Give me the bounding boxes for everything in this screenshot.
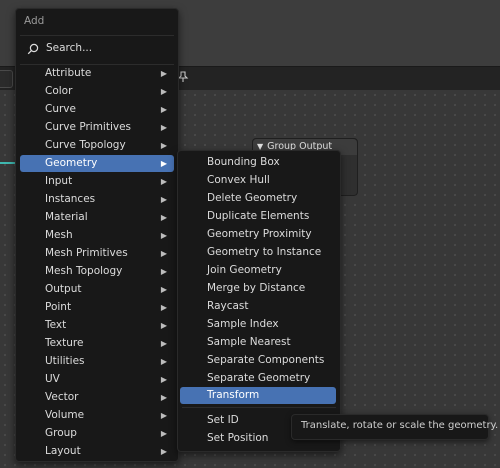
geometry-menu-item-geometry-proximity[interactable]: Geometry Proximity — [180, 226, 336, 243]
add-menu-item-geometry[interactable]: Geometry ▶ — [20, 155, 174, 172]
geometry-menu-item-separate-geometry[interactable]: Separate Geometry — [180, 370, 336, 387]
geometry-submenu: Bounding Box Convex Hull Delete Geometry… — [177, 150, 341, 452]
chevron-right-icon: ▶ — [160, 213, 167, 222]
add-menu-item-input[interactable]: Input ▶ — [20, 173, 174, 190]
chevron-right-icon: ▶ — [160, 321, 167, 330]
geometry-menu-item-join-geometry[interactable]: Join Geometry — [180, 262, 336, 279]
chevron-right-icon: ▶ — [160, 69, 167, 78]
add-menu-item-output[interactable]: Output ▶ — [20, 281, 174, 298]
chevron-right-icon: ▶ — [160, 339, 167, 348]
add-menu-item-mesh-topology[interactable]: Mesh Topology ▶ — [20, 263, 174, 280]
add-menu: Add Search... Attribute ▶ Color ▶ Curve ▶ C… — [15, 8, 179, 462]
chevron-right-icon: ▶ — [160, 195, 167, 204]
header-dropdown-widget[interactable] — [0, 70, 13, 88]
geometry-menu-item-raycast[interactable]: Raycast — [180, 298, 336, 315]
chevron-right-icon: ▶ — [160, 447, 167, 456]
chevron-right-icon: ▶ — [160, 177, 167, 186]
geometry-menu-item-merge-by-distance[interactable]: Merge by Distance — [180, 280, 336, 297]
geometry-menu-item-bounding-box[interactable]: Bounding Box — [180, 154, 336, 171]
chevron-right-icon: ▶ — [160, 267, 167, 276]
chevron-right-icon: ▶ — [160, 357, 167, 366]
geometry-menu-item-sample-index[interactable]: Sample Index — [180, 316, 336, 333]
add-menu-item-curve-primitives[interactable]: Curve Primitives ▶ — [20, 119, 174, 136]
chevron-right-icon: ▶ — [160, 141, 167, 150]
add-menu-item-volume[interactable]: Volume ▶ — [20, 407, 174, 424]
chevron-right-icon: ▶ — [160, 375, 167, 384]
chevron-right-icon: ▶ — [160, 123, 167, 132]
add-menu-item-curve[interactable]: Curve ▶ — [20, 101, 174, 118]
node-link-wire — [0, 162, 16, 164]
add-menu-item-point[interactable]: Point ▶ — [20, 299, 174, 316]
search-label: Search... — [46, 42, 93, 54]
chevron-right-icon: ▶ — [160, 411, 167, 420]
add-menu-item-color[interactable]: Color ▶ — [20, 83, 174, 100]
add-menu-item-mesh[interactable]: Mesh ▶ — [20, 227, 174, 244]
chevron-right-icon: ▶ — [160, 303, 167, 312]
add-menu-item-material[interactable]: Material ▶ — [20, 209, 174, 226]
geometry-menu-item-delete-geometry[interactable]: Delete Geometry — [180, 190, 336, 207]
search-icon — [27, 43, 39, 55]
geometry-menu-item-convex-hull[interactable]: Convex Hull — [180, 172, 336, 189]
chevron-right-icon: ▶ — [160, 285, 167, 294]
add-menu-item-uv[interactable]: UV ▶ — [20, 371, 174, 388]
chevron-right-icon: ▶ — [160, 249, 167, 258]
add-menu-item-utilities[interactable]: Utilities ▶ — [20, 353, 174, 370]
geometry-menu-item-transform[interactable]: Transform — [180, 387, 336, 404]
menu-separator — [20, 35, 174, 36]
add-menu-item-texture[interactable]: Texture ▶ — [20, 335, 174, 352]
add-menu-item-instances[interactable]: Instances ▶ — [20, 191, 174, 208]
chevron-right-icon: ▶ — [160, 105, 167, 114]
add-menu-item-mesh-primitives[interactable]: Mesh Primitives ▶ — [20, 245, 174, 262]
chevron-right-icon: ▶ — [160, 429, 167, 438]
geometry-menu-item-duplicate-elements[interactable]: Duplicate Elements — [180, 208, 336, 225]
add-menu-title: Add — [24, 15, 45, 27]
add-menu-item-group[interactable]: Group ▶ — [20, 425, 174, 442]
add-menu-item-text[interactable]: Text ▶ — [20, 317, 174, 334]
chevron-right-icon: ▶ — [160, 159, 167, 168]
add-menu-item-curve-topology[interactable]: Curve Topology ▶ — [20, 137, 174, 154]
tooltip-text: Translate, rotate or scale the geometry. — [301, 420, 499, 431]
add-menu-item-vector[interactable]: Vector ▶ — [20, 389, 174, 406]
geometry-menu-item-geometry-to-instance[interactable]: Geometry to Instance — [180, 244, 336, 261]
geometry-menu-item-separate-components[interactable]: Separate Components — [180, 352, 336, 369]
geometry-menu-item-sample-nearest[interactable]: Sample Nearest — [180, 334, 336, 351]
chevron-right-icon: ▶ — [160, 393, 167, 402]
chevron-right-icon: ▶ — [160, 87, 167, 96]
search-menu-item[interactable]: Search... — [20, 39, 174, 59]
add-menu-item-layout[interactable]: Layout ▶ — [20, 443, 174, 460]
menu-separator — [182, 407, 336, 408]
add-menu-item-attribute[interactable]: Attribute ▶ — [20, 65, 174, 82]
chevron-right-icon: ▶ — [160, 231, 167, 240]
tooltip: Translate, rotate or scale the geometry. — [291, 414, 498, 440]
